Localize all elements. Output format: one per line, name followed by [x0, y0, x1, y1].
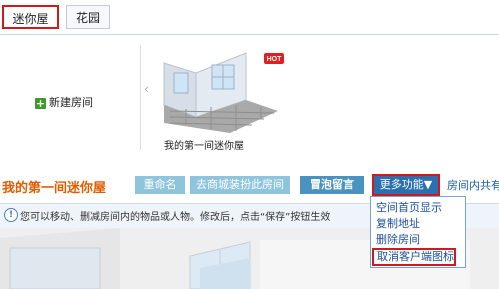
- room-thumbnail[interactable]: HOT: [156, 45, 286, 135]
- hot-badge-text: HOT: [267, 56, 283, 63]
- more-functions-button[interactable]: 更多功能▼: [372, 174, 440, 196]
- info-icon: !: [4, 208, 18, 222]
- side-window-icon: [173, 72, 189, 94]
- tab-mini-house[interactable]: 迷你屋: [2, 5, 59, 29]
- menu-item-delete-room[interactable]: 删除房间: [376, 231, 420, 247]
- new-room-label: 新建房间: [49, 96, 93, 109]
- tab-garden[interactable]: 花园: [66, 5, 110, 29]
- gallery-divider: [140, 45, 141, 150]
- bubble-message-button[interactable]: 冒泡留言: [300, 176, 364, 194]
- rename-button[interactable]: 重命名: [135, 176, 185, 194]
- room-title: 我的第一间迷你屋: [2, 181, 107, 196]
- thumbnail-caption: 我的第一间迷你屋: [164, 141, 244, 152]
- menu-item-copy-address[interactable]: 复制地址: [376, 215, 420, 231]
- info-text: 您可以移动、删减房间内的物品或人物。修改后，点击“保存”按钮生效: [20, 212, 331, 223]
- shop-decorate-button[interactable]: 去商城装扮此房间: [190, 176, 290, 194]
- preview-left-window: [9, 247, 101, 289]
- room-item-count-text: 房间内共有: [447, 179, 499, 192]
- menu-item-cancel-client-icon[interactable]: 取消客户端图标: [372, 248, 456, 266]
- new-room-button[interactable]: + 新建房间: [35, 95, 93, 111]
- plus-icon: +: [35, 97, 46, 110]
- menu-item-show-on-homepage[interactable]: 空间首页显示: [376, 199, 442, 215]
- prev-arrow-icon[interactable]: ‹: [144, 82, 149, 96]
